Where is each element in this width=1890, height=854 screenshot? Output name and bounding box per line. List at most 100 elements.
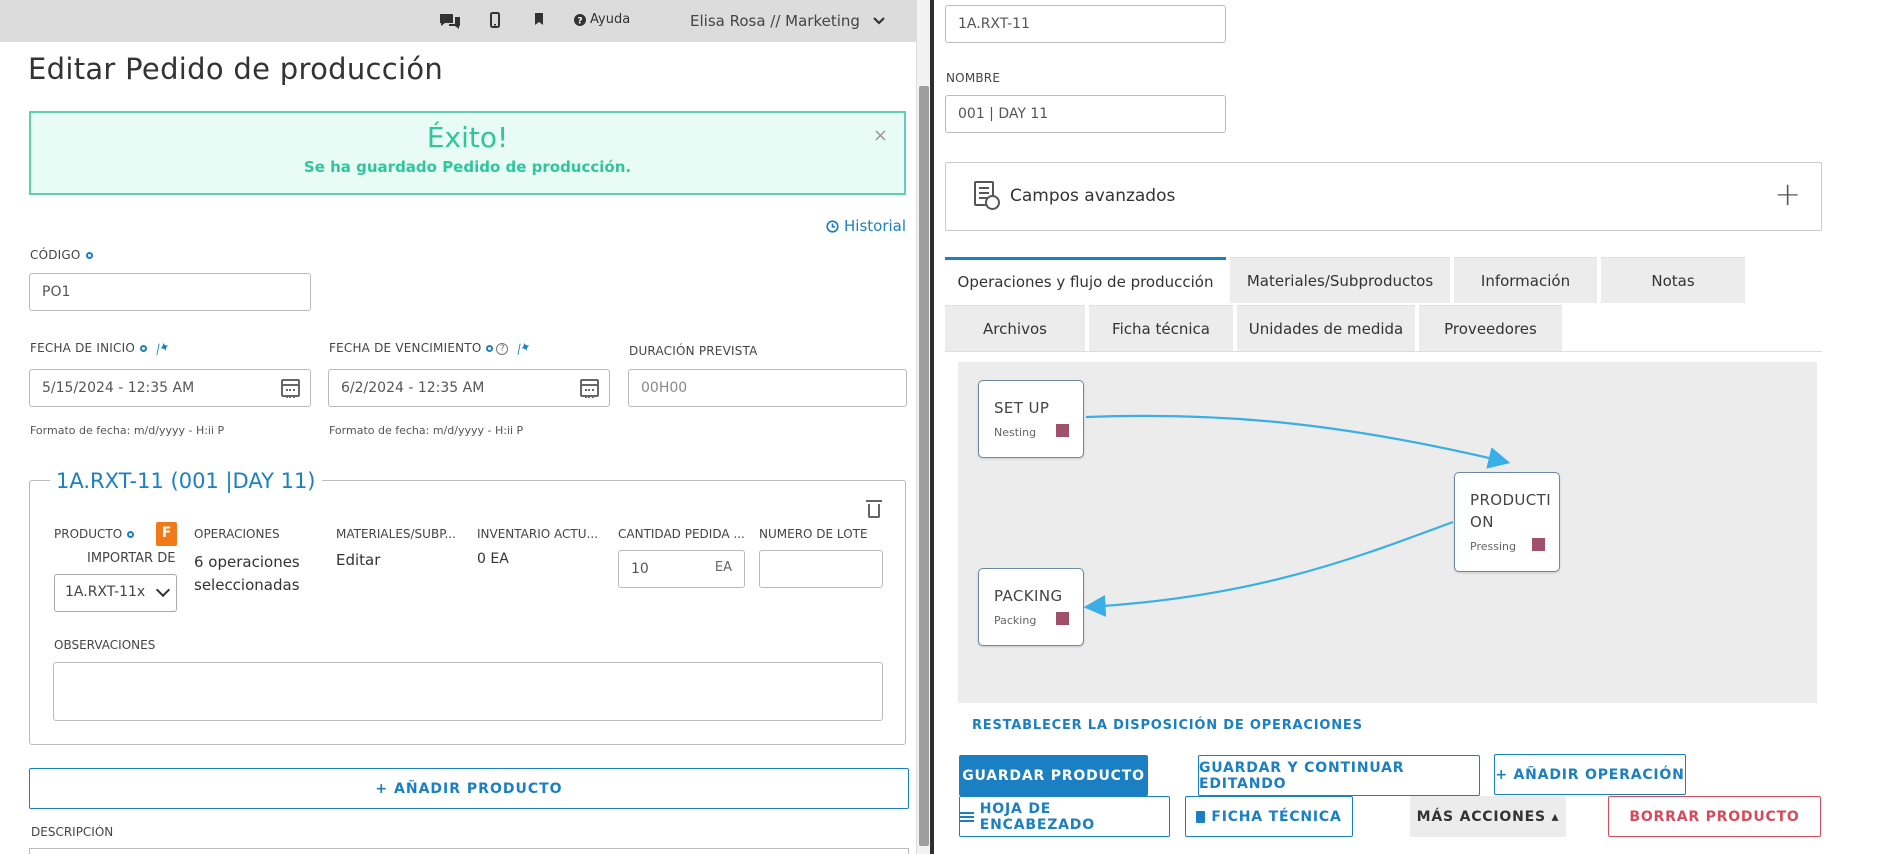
node-subtitle: Nesting — [994, 426, 1037, 439]
add-product-button[interactable]: + AÑADIR PRODUCTO — [29, 768, 909, 809]
user-menu[interactable]: Elisa Rosa // Marketing — [690, 12, 886, 30]
name-label: NOMBRE — [946, 71, 1001, 85]
duration-label: DURACIÓN PREVISTA — [629, 344, 758, 358]
edge-setup-production — [1085, 414, 1511, 469]
close-icon[interactable]: × — [873, 125, 888, 146]
due-date-label: FECHA DE VENCIMIENTO? ⁄✦ — [329, 339, 534, 358]
scrollbar-thumb[interactable] — [919, 86, 929, 846]
bookmark-icon[interactable] — [534, 12, 544, 26]
node-title: SET UP — [994, 399, 1050, 417]
advanced-fields-title: Campos avanzados — [1010, 186, 1176, 206]
node-color-swatch — [1056, 424, 1069, 437]
calendar-icon[interactable] — [580, 379, 599, 398]
node-packing[interactable]: PACKING Packing — [978, 568, 1084, 646]
tech-sheet-button[interactable]: FICHA TÉCNICA — [1185, 796, 1353, 837]
node-color-swatch — [1056, 612, 1069, 625]
materials-edit-link[interactable]: Editar — [336, 551, 380, 569]
tab-notes[interactable]: Notas — [1601, 257, 1745, 303]
node-setup[interactable]: SET UP Nesting — [978, 380, 1084, 458]
node-subtitle: Pressing — [1470, 540, 1516, 553]
info-icon[interactable]: ? — [496, 342, 509, 355]
tab-information[interactable]: Información — [1454, 257, 1597, 303]
document-settings-icon — [974, 181, 1000, 210]
save-continue-button[interactable]: GUARDAR Y CONTINUAR EDITANDO — [1198, 755, 1480, 796]
chevron-down-icon — [155, 582, 171, 598]
delete-product-button[interactable]: BORRAR PRODUCTO — [1608, 796, 1821, 837]
clock-icon — [826, 219, 839, 233]
lot-number-input[interactable] — [759, 550, 883, 588]
lot-number-label: NUMERO DE LOTE — [759, 527, 868, 541]
tab-suppliers[interactable]: Proveedores — [1419, 305, 1562, 351]
success-alert: Éxito! Se ha guardado Pedido de producci… — [29, 111, 906, 195]
quantity-input[interactable]: 10 EA — [618, 550, 745, 588]
quantity-value: 10 — [631, 561, 649, 577]
observations-textarea[interactable] — [53, 662, 883, 721]
chat-icon[interactable] — [438, 12, 462, 30]
magic-wand-icon[interactable]: ⁄✦ — [516, 339, 534, 358]
trash-icon[interactable] — [866, 500, 882, 518]
description-editor[interactable] — [29, 848, 909, 854]
tab-technical-sheet[interactable]: Ficha técnica — [1089, 305, 1233, 351]
tab-units[interactable]: Unidades de medida — [1237, 305, 1415, 351]
file-import-icon[interactable]: F — [156, 522, 177, 546]
product-name-input[interactable]: 001 | DAY 11 — [945, 95, 1226, 133]
tab-files[interactable]: Archivos — [945, 305, 1085, 351]
tab-operations[interactable]: Operaciones y flujo de producción — [945, 257, 1226, 303]
product-select-value: 1A.RXT-11x — [65, 584, 146, 600]
alert-message: Se ha guardado Pedido de producción. — [303, 158, 632, 176]
quantity-unit: EA — [714, 560, 732, 575]
flow-edges — [1083, 414, 1511, 617]
help-link[interactable]: ? Ayuda — [574, 12, 630, 27]
svg-text:?: ? — [577, 16, 582, 26]
start-date-label-text: FECHA DE INICIO — [30, 341, 135, 355]
import-link[interactable]: IMPORTAR DE — [87, 551, 175, 566]
calendar-icon[interactable] — [281, 379, 300, 398]
inventory-value: 0 EA — [477, 551, 509, 567]
advanced-fields-panel[interactable]: Campos avanzados + — [945, 162, 1822, 231]
header-sheet-label: HOJA DE ENCABEZADO — [979, 800, 1095, 833]
operations-label: OPERACIONES — [194, 527, 280, 541]
operations-link[interactable]: 6 operaciones seleccionadas — [194, 551, 314, 597]
due-date-input[interactable]: 6/2/2024 - 12:35 AM — [328, 369, 610, 407]
duration-input[interactable]: 00H00 — [628, 369, 907, 407]
observations-label: OBSERVACIONES — [54, 638, 156, 652]
more-actions-button[interactable]: MÁS ACCIONES ▴ — [1410, 796, 1566, 837]
start-date-input[interactable]: 5/15/2024 - 12:35 AM — [29, 369, 311, 407]
node-production[interactable]: PRODUCTI ON Pressing — [1454, 472, 1560, 572]
edge-production-packing — [1083, 520, 1454, 617]
duration-placeholder: 00H00 — [641, 380, 688, 396]
quantity-label: CANTIDAD PEDIDA ... — [618, 527, 745, 541]
code-value: PO1 — [42, 284, 71, 300]
header-sheet-button[interactable]: HOJA DE ENCABEZADO — [959, 796, 1170, 837]
required-dot-icon — [127, 531, 135, 538]
due-date-hint: Formato de fecha: m/d/yyyy - H:ii P — [329, 424, 524, 437]
mobile-icon[interactable] — [490, 12, 500, 28]
help-label: Ayuda — [590, 12, 631, 27]
magic-wand-icon[interactable]: ⁄✦ — [155, 339, 173, 358]
node-title: PRODUCTI ON — [1470, 491, 1552, 531]
save-product-button[interactable]: GUARDAR PRODUCTO — [959, 755, 1148, 796]
document-icon — [1196, 810, 1206, 823]
reset-layout-link[interactable]: RESTABLECER LA DISPOSICIÓN DE OPERACIONE… — [972, 718, 1363, 733]
tab-materials[interactable]: Materiales/Subproductos — [1230, 257, 1450, 303]
node-color-swatch — [1532, 538, 1545, 551]
required-dot-icon — [486, 345, 494, 352]
left-scrollbar[interactable] — [916, 0, 930, 854]
tech-sheet-label: FICHA TÉCNICA — [1211, 808, 1342, 825]
product-code-value: 1A.RXT-11 — [958, 16, 1030, 32]
help-icon: ? — [574, 13, 586, 26]
plus-icon[interactable]: + — [1774, 178, 1801, 210]
required-dot-icon — [139, 345, 147, 352]
code-label-text: CÓDIGO — [30, 248, 81, 262]
operations-flow-canvas[interactable]: SET UP Nesting PRODUCTI ON Pressing PACK… — [958, 362, 1817, 703]
product-label-text: PRODUCTO — [54, 527, 123, 541]
product-code-input[interactable]: 1A.RXT-11 — [945, 5, 1226, 43]
history-link[interactable]: Historial — [826, 217, 906, 235]
required-dot-icon — [85, 252, 93, 259]
description-label: DESCRIPCIÓN — [31, 825, 114, 839]
list-icon — [960, 811, 974, 822]
code-input[interactable]: PO1 — [29, 273, 311, 311]
add-operation-button[interactable]: + AÑADIR OPERACIÓN — [1494, 754, 1686, 795]
product-select[interactable]: 1A.RXT-11x — [54, 574, 177, 612]
inventory-label: INVENTARIO ACTU... — [477, 527, 598, 541]
